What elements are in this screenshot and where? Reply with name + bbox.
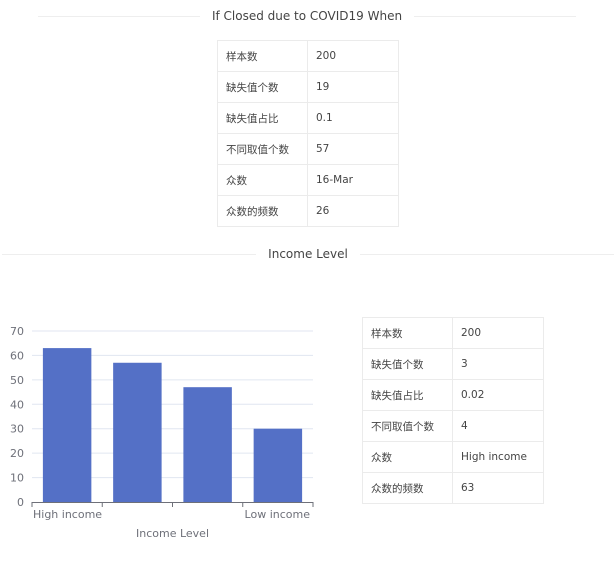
- stat-key: 缺失值个数: [362, 348, 453, 380]
- stat-key: 缺失值个数: [217, 71, 308, 103]
- section-title-text: If Closed due to COVID19 When: [211, 9, 403, 23]
- y-tick-label: 40: [10, 398, 24, 411]
- stat-key: 众数: [362, 441, 453, 473]
- stats-table-income: 样本数 200 缺失值个数 3 缺失值占比 0.02 不同取值个数 4 众数 High i…: [362, 317, 544, 504]
- stat-value: 200: [452, 317, 544, 349]
- table-row: 众数 16-Mar: [217, 164, 399, 196]
- table-row: 缺失值个数 3: [362, 348, 544, 380]
- table-row: 缺失值个数 19: [217, 71, 399, 103]
- stat-value: 200: [307, 40, 399, 72]
- stat-key: 不同取值个数: [362, 410, 453, 442]
- section-title-income: Income Level: [0, 247, 616, 261]
- table-row: 众数的频数 63: [362, 472, 544, 504]
- stat-key: 众数的频数: [217, 195, 308, 227]
- stat-value: 57: [307, 133, 399, 165]
- x-tick-label: High income: [33, 508, 102, 521]
- y-tick-label: 0: [17, 496, 24, 509]
- y-tick-label: 50: [10, 374, 24, 387]
- stat-value: High income: [452, 441, 544, 473]
- divider-line: [359, 253, 614, 255]
- stat-key: 众数的频数: [362, 472, 453, 504]
- stat-value: 4: [452, 410, 544, 442]
- divider-line: [414, 15, 576, 17]
- stat-value: 0.02: [452, 379, 544, 411]
- table-row: 样本数 200: [217, 40, 399, 72]
- y-axis-ticks: 0 10 20 30 40 50 60 70: [10, 325, 24, 509]
- section-title-text: Income Level: [268, 247, 348, 261]
- y-tick-label: 30: [10, 423, 24, 436]
- stat-value: 0.1: [307, 102, 399, 134]
- stats-table-covid: 样本数 200 缺失值个数 19 缺失值占比 0.1 不同取值个数 57 众数 16-Ma…: [217, 40, 399, 227]
- table-row: 不同取值个数 57: [217, 133, 399, 165]
- y-tick-label: 20: [10, 447, 24, 460]
- stat-value: 19: [307, 71, 399, 103]
- stat-value: 63: [452, 472, 544, 504]
- table-row: 众数 High income: [362, 441, 544, 473]
- y-tick-label: 70: [10, 325, 24, 338]
- stat-value: 26: [307, 195, 399, 227]
- x-axis-label: Income Level: [136, 527, 209, 540]
- bar: [113, 362, 162, 502]
- y-tick-label: 10: [10, 472, 24, 485]
- stat-key: 样本数: [362, 317, 453, 349]
- bar: [42, 348, 92, 502]
- table-row: 众数的频数 26: [217, 195, 399, 227]
- y-tick-label: 60: [10, 349, 24, 362]
- income-level-bar-chart: 0 10 20 30 40 50 60 70 High income Low income In…: [10, 325, 314, 540]
- stat-key: 缺失值占比: [217, 102, 308, 134]
- x-tick-label: Low income: [245, 508, 311, 521]
- table-row: 缺失值占比 0.02: [362, 379, 544, 411]
- section-title-covid: If Closed due to COVID19 When: [0, 9, 616, 23]
- stat-value: 3: [452, 348, 544, 380]
- divider-line: [2, 253, 257, 255]
- table-row: 缺失值占比 0.1: [217, 102, 399, 134]
- stat-value: 16-Mar: [307, 164, 399, 196]
- x-axis-ticks: High income Low income: [31, 502, 314, 521]
- bar: [253, 428, 303, 502]
- table-row: 不同取值个数 4: [362, 410, 544, 442]
- stat-key: 缺失值占比: [362, 379, 453, 411]
- stat-key: 样本数: [217, 40, 308, 72]
- stat-key: 众数: [217, 164, 308, 196]
- bars: [42, 348, 303, 502]
- divider-line: [38, 15, 200, 17]
- table-row: 样本数 200: [362, 317, 544, 349]
- bar: [183, 387, 232, 502]
- stat-key: 不同取值个数: [217, 133, 308, 165]
